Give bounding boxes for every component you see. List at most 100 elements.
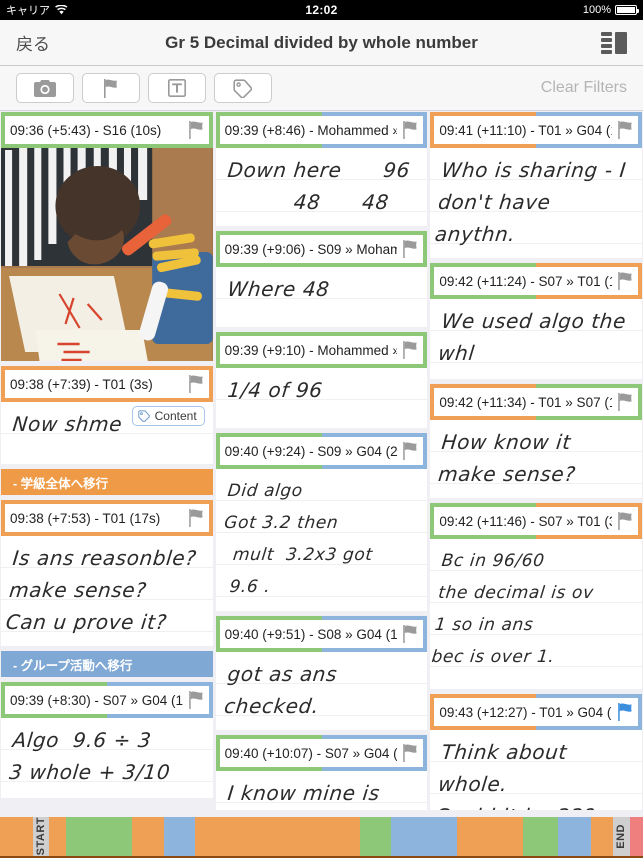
handwritten-note: 1/4 of 96 — [226, 378, 324, 402]
event-card-header[interactable]: 09:41 (+11:10) - T01 » G04 (1… — [430, 112, 643, 148]
handwritten-note: Who is sharing - I don't have anythn. — [434, 158, 628, 246]
filter-photo-button[interactable] — [16, 73, 74, 103]
timeline-end-marker[interactable]: END — [612, 817, 631, 856]
tag-icon — [232, 78, 252, 98]
event-card[interactable]: 09:40 (+9:24) - S09 » G04 (23s) Did algo … — [215, 433, 428, 611]
timeline-segment[interactable] — [523, 817, 559, 856]
timeline-segment[interactable] — [390, 817, 458, 856]
handwritten-note: Down here 96 48 48 — [222, 158, 411, 214]
tag-icon — [137, 410, 150, 422]
filter-flag-button[interactable] — [82, 73, 140, 103]
card-flag-button[interactable] — [397, 624, 421, 644]
event-card[interactable]: 09:36 (+5:43) - S16 (10s) — [1, 112, 213, 361]
timeline-segment[interactable] — [194, 817, 360, 856]
back-button[interactable]: 戻る — [0, 30, 50, 55]
navigation-bar: 戻る Gr 5 Decimal divided by whole number — [0, 20, 643, 66]
event-card-label: 09:38 (+7:53) - T01 (17s) — [10, 510, 161, 526]
card-flag-button[interactable] — [397, 239, 421, 259]
camera-icon — [34, 79, 56, 97]
event-card[interactable]: 09:38 (+7:53) - T01 (17s) Is ans reasonbl… — [1, 500, 213, 646]
card-flag-button[interactable] — [612, 511, 636, 531]
card-flag-button[interactable] — [612, 702, 636, 722]
timeline-segment[interactable] — [591, 817, 613, 856]
event-card[interactable]: 09:39 (+8:30) - S07 » G04 (13s) Algo 9.6 … — [1, 682, 213, 798]
flag-icon — [403, 240, 417, 258]
card-flag-button[interactable] — [183, 374, 207, 394]
layout-columns-icon[interactable] — [601, 31, 629, 54]
handwritten-note: Bc in 96/60 the decimal is ov 1 so in an… — [430, 551, 596, 667]
event-card-header[interactable]: 09:36 (+5:43) - S16 (10s) — [1, 112, 213, 148]
timeline-segment[interactable] — [132, 817, 165, 856]
event-card-label: 09:42 (+11:24) - S07 » T01 (1… — [439, 273, 613, 289]
event-card-label: 09:40 (+10:07) - S07 » G04 (… — [224, 745, 398, 761]
event-card[interactable]: 09:40 (+9:51) - S08 » G04 (16s) got as an… — [215, 616, 428, 730]
event-card-header[interactable]: 09:42 (+11:46) - S07 » T01 (3… — [430, 503, 643, 539]
card-photo[interactable] — [1, 148, 213, 361]
event-card-body: Algo 9.6 ÷ 3 3 whole + 3/10 — [1, 718, 213, 798]
card-flag-button[interactable] — [397, 340, 421, 360]
content-tag-pill[interactable]: Content — [131, 406, 205, 426]
event-card-header[interactable]: 09:42 (+11:24) - S07 » T01 (1… — [430, 263, 643, 299]
clear-filters-button[interactable]: Clear Filters — [541, 79, 627, 97]
timeline-segment[interactable] — [164, 817, 195, 856]
event-card-header[interactable]: 09:42 (+11:34) - T01 » S07 (1… — [430, 384, 643, 420]
flag-icon — [403, 442, 417, 460]
timeline-bar[interactable]: START END — [0, 810, 643, 858]
card-flag-button[interactable] — [183, 508, 207, 528]
event-card-body: Down here 96 48 48 — [215, 148, 428, 226]
column-2: 09:39 (+8:46) - Mohammed »… Down here 96 … — [215, 112, 428, 810]
event-card[interactable]: 09:43 (+12:27) - T01 » G04 (… Think about… — [430, 694, 643, 810]
handwritten-note: Algo 9.6 ÷ 3 3 whole + 3/10 — [8, 728, 172, 784]
card-flag-button[interactable] — [612, 120, 636, 140]
flag-icon — [104, 78, 117, 98]
event-card-header[interactable]: 09:39 (+9:06) - S09 » Moham… — [215, 231, 428, 267]
timeline-segment[interactable] — [48, 817, 67, 856]
event-card-header[interactable]: 09:39 (+8:30) - S07 » G04 (13s) — [1, 682, 213, 718]
event-card[interactable]: 09:42 (+11:24) - S07 » T01 (1… We used al… — [430, 263, 643, 379]
event-card[interactable]: 09:39 (+9:06) - S09 » Moham… Where 48 — [215, 231, 428, 327]
timeline-segment[interactable] — [359, 817, 391, 856]
event-card-body: got as ans checked. — [215, 652, 428, 730]
card-flag-button[interactable] — [183, 690, 207, 710]
event-card[interactable]: 09:42 (+11:46) - S07 » T01 (3… Bc in 96/6… — [430, 503, 643, 689]
event-card-header[interactable]: 09:38 (+7:39) - T01 (3s) — [1, 366, 213, 402]
timeline-segment[interactable] — [558, 817, 592, 856]
filter-tag-button[interactable] — [214, 73, 272, 103]
event-card-label: 09:42 (+11:34) - T01 » S07 (1… — [439, 394, 613, 410]
event-card-body: Content Now shme — [1, 402, 213, 464]
timeline-segment[interactable] — [630, 817, 643, 856]
event-card-header[interactable]: 09:40 (+9:24) - S09 » G04 (23s) — [215, 433, 428, 469]
event-card-label: 09:40 (+9:51) - S08 » G04 (16s) — [224, 626, 398, 642]
card-flag-button[interactable] — [397, 743, 421, 763]
timeline-start-marker[interactable]: START — [33, 817, 49, 856]
event-card-body: Did algo Got 3.2 then mult 3.2x3 got 9.6… — [215, 469, 428, 611]
event-card[interactable]: 09:39 (+9:10) - Mohammed »… 1/4 of 96 — [215, 332, 428, 428]
event-card-header[interactable]: 09:38 (+7:53) - T01 (17s) — [1, 500, 213, 536]
event-card[interactable]: 09:42 (+11:34) - T01 » S07 (1… How know i… — [430, 384, 643, 498]
card-flag-button[interactable] — [183, 120, 207, 140]
card-flag-button[interactable] — [612, 392, 636, 412]
event-card-header[interactable]: 09:39 (+9:10) - Mohammed »… — [215, 332, 428, 368]
event-card-body: How know it make sense? — [430, 420, 643, 498]
timeline-segment[interactable] — [0, 817, 34, 856]
event-card-header[interactable]: 09:39 (+8:46) - Mohammed »… — [215, 112, 428, 148]
event-card[interactable]: 09:39 (+8:46) - Mohammed »… Down here 96 … — [215, 112, 428, 226]
event-card-header[interactable]: 09:43 (+12:27) - T01 » G04 (… — [430, 694, 643, 730]
event-card-header[interactable]: 09:40 (+10:07) - S07 » G04 (… — [215, 735, 428, 771]
event-card[interactable]: 09:40 (+10:07) - S07 » G04 (… I know mine… — [215, 735, 428, 810]
flag-icon — [403, 121, 417, 139]
timeline-track[interactable]: START END — [0, 817, 643, 858]
card-flag-button[interactable] — [612, 271, 636, 291]
event-card-body: Who is sharing - I don't have anythn. — [430, 148, 643, 258]
event-card[interactable]: 09:41 (+11:10) - T01 » G04 (1… Who is sha… — [430, 112, 643, 258]
event-card-body: Is ans reasonble? make sense? Can u prov… — [1, 536, 213, 646]
filter-text-button[interactable] — [148, 73, 206, 103]
event-card-header[interactable]: 09:40 (+9:51) - S08 » G04 (16s) — [215, 616, 428, 652]
card-flag-button[interactable] — [397, 441, 421, 461]
timeline-segment[interactable] — [457, 817, 524, 856]
timeline-segment[interactable] — [66, 817, 133, 856]
column-3: 09:41 (+11:10) - T01 » G04 (1… Who is sha… — [430, 112, 643, 810]
event-card[interactable]: 09:38 (+7:39) - T01 (3s) Content Now shme — [1, 366, 213, 464]
card-flag-button[interactable] — [397, 120, 421, 140]
event-card-label: 09:38 (+7:39) - T01 (3s) — [10, 376, 153, 392]
